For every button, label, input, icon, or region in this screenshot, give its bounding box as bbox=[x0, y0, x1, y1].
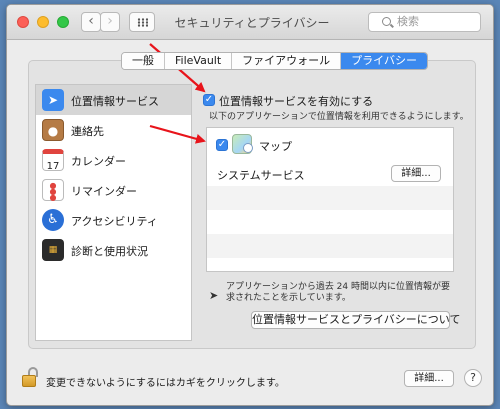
reminders-icon: ● ● ● bbox=[42, 179, 64, 202]
system-services-details-button[interactable]: 詳細... bbox=[391, 165, 441, 182]
enable-location-label: 位置情報サービスを有効にする bbox=[219, 95, 374, 108]
list-item: システムサービス 詳細... bbox=[207, 162, 453, 186]
sidebar-item-label: アクセシビリティ bbox=[71, 215, 158, 228]
tab-privacy[interactable]: プライバシー bbox=[341, 53, 427, 69]
system-services-label: システムサービス bbox=[217, 169, 305, 182]
lock-label: 変更できないようにするにはカギをクリックします。 bbox=[46, 378, 285, 389]
sidebar-item-label: リマインダー bbox=[71, 185, 137, 198]
checkmark-icon: ✓ bbox=[217, 139, 227, 150]
empty-row bbox=[207, 186, 453, 210]
calendar-day: 17 bbox=[46, 161, 60, 172]
tab-bar: 一般 FileVault ファイアウォール プライバシー bbox=[121, 52, 428, 70]
sidebar-item-accessibility[interactable]: ♿ アクセシビリティ bbox=[36, 205, 191, 235]
sidebar-item-location-services[interactable]: ➤ 位置情報サービス bbox=[36, 85, 191, 115]
calendar-icon: 17 bbox=[42, 149, 64, 172]
location-used-icon: ➤ bbox=[209, 289, 219, 302]
sidebar-item-label: カレンダー bbox=[71, 155, 126, 168]
show-all-button[interactable] bbox=[129, 12, 155, 32]
sidebar-item-label: 連絡先 bbox=[71, 125, 104, 138]
zoom-button[interactable] bbox=[57, 16, 69, 28]
search-placeholder: 検索 bbox=[397, 15, 419, 28]
sidebar-item-reminders[interactable]: ● ● ● リマインダー bbox=[36, 175, 191, 205]
chevron-left-icon: ‹ bbox=[88, 13, 94, 29]
sidebar-item-label: 位置情報サービス bbox=[71, 95, 159, 108]
empty-row bbox=[207, 258, 453, 271]
tab-general[interactable]: 一般 bbox=[122, 53, 165, 69]
diagnostics-icon: ▦ bbox=[42, 239, 64, 261]
sidebar-item-contacts[interactable]: ● 連絡先 bbox=[36, 115, 191, 145]
empty-row bbox=[207, 210, 453, 234]
checkmark-icon: ✓ bbox=[204, 94, 214, 105]
list-item[interactable]: ✓ マップ bbox=[207, 130, 453, 154]
window-title: セキュリティとプライバシー bbox=[174, 16, 330, 30]
sidebar-item-diagnostics[interactable]: ▦ 診断と使用状況 bbox=[36, 235, 191, 265]
chevron-right-icon: › bbox=[107, 13, 113, 29]
enable-location-checkbox[interactable]: ✓ bbox=[203, 94, 215, 106]
location-app-list: ✓ マップ システムサービス 詳細... bbox=[206, 127, 454, 272]
help-button[interactable]: ? bbox=[464, 369, 482, 387]
about-location-privacy-button[interactable]: 位置情報サービスとプライバシーについて bbox=[251, 311, 460, 329]
sidebar-item-calendar[interactable]: 17 カレンダー bbox=[36, 145, 191, 175]
privacy-sidebar: ➤ 位置情報サービス ● 連絡先 17 カレンダー ● ● ● リマインダー ♿ ア… bbox=[35, 84, 192, 341]
tab-filevault[interactable]: FileVault bbox=[165, 53, 233, 69]
location-description: 以下のアプリケーションで位置情報を利用できるようにします。 bbox=[209, 112, 469, 122]
forward-button[interactable]: › bbox=[100, 12, 120, 32]
app-maps-checkbox[interactable]: ✓ bbox=[216, 139, 228, 151]
app-label: マップ bbox=[259, 140, 292, 153]
minimize-button[interactable] bbox=[37, 16, 49, 28]
search-input[interactable]: 検索 bbox=[368, 12, 481, 32]
back-button[interactable]: ‹ bbox=[81, 12, 101, 32]
empty-row bbox=[207, 234, 453, 258]
location-note: アプリケーションから過去 24 時間以内に位置情報が要求されたことを示しています… bbox=[226, 282, 450, 303]
search-icon bbox=[382, 17, 391, 26]
lock-button[interactable] bbox=[22, 367, 40, 387]
help-icon: ? bbox=[470, 371, 476, 384]
tab-firewall[interactable]: ファイアウォール bbox=[232, 53, 342, 69]
lock-body bbox=[22, 375, 36, 387]
title-bar: ‹ › セキュリティとプライバシー 検索 bbox=[7, 5, 493, 40]
maps-icon bbox=[232, 134, 253, 154]
grid-icon bbox=[137, 18, 148, 27]
contacts-book-icon: ● bbox=[42, 119, 64, 141]
location-arrow-icon: ➤ bbox=[42, 89, 64, 111]
sidebar-item-label: 診断と使用状況 bbox=[71, 245, 148, 258]
advanced-button[interactable]: 詳細... bbox=[404, 370, 454, 387]
accessibility-icon: ♿ bbox=[42, 209, 64, 231]
close-button[interactable] bbox=[17, 16, 29, 28]
